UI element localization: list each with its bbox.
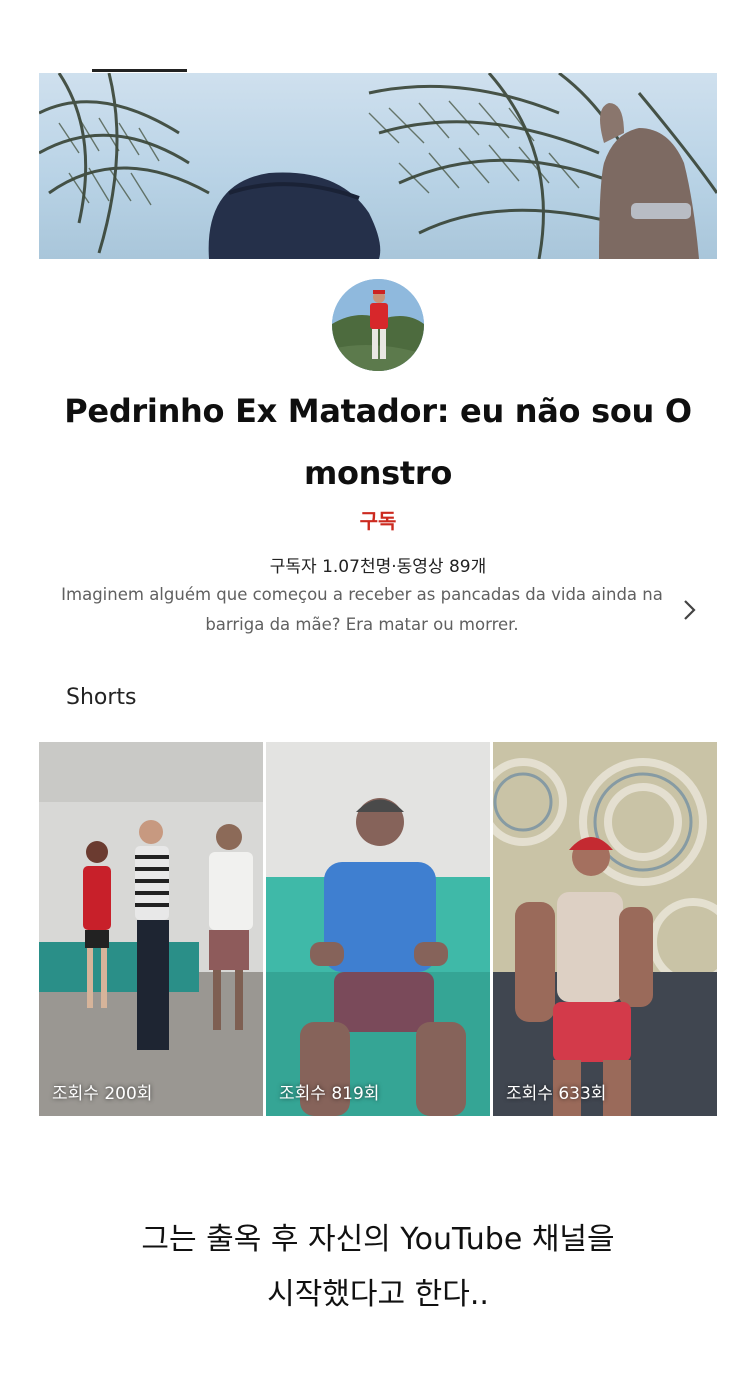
caption-line-2: 시작했다고 한다..: [267, 1277, 489, 1312]
short-view-count: 조회수 633회: [506, 1084, 607, 1104]
short-card[interactable]: 조회수 200회: [39, 742, 263, 1116]
caption-line-1: 그는 출옥 후 자신의 YouTube 채널을: [141, 1222, 615, 1257]
short-thumbnail: [266, 742, 490, 1116]
top-divider: [92, 69, 187, 72]
shorts-section-title: Shorts: [66, 685, 137, 710]
short-card[interactable]: 조회수 633회: [493, 742, 717, 1116]
channel-banner: [39, 73, 717, 259]
channel-description[interactable]: Imaginem alguém que começou a receber as…: [60, 580, 664, 640]
banner-image: [39, 73, 717, 259]
short-view-count: 조회수 819회: [279, 1084, 380, 1104]
short-card[interactable]: 조회수 819회: [266, 742, 490, 1116]
caption: 그는 출옥 후 자신의 YouTube 채널을 시작했다고 한다..: [0, 1212, 756, 1322]
avatar-image: [332, 279, 424, 371]
subscribe-button[interactable]: 구독: [0, 505, 756, 534]
chevron-right-icon[interactable]: [681, 598, 699, 622]
short-thumbnail: [39, 742, 263, 1116]
channel-avatar[interactable]: [332, 279, 424, 371]
short-view-count: 조회수 200회: [52, 1084, 153, 1104]
channel-stats: 구독자 1.07천명·동영상 89개: [269, 557, 487, 577]
short-thumbnail: [493, 742, 717, 1116]
channel-name: Pedrinho Ex Matador: eu não sou O monstr…: [64, 392, 692, 492]
